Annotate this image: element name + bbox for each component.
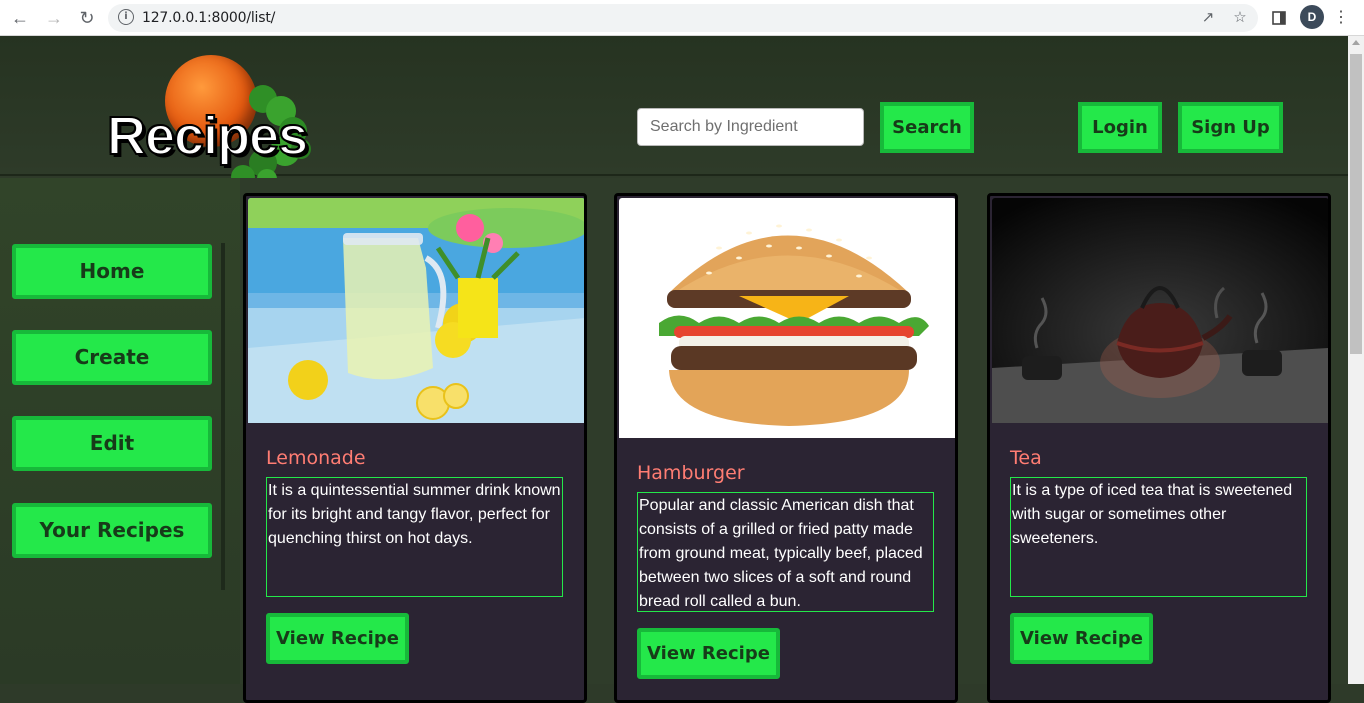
address-url[interactable]: 127.0.0.1:8000/list/ — [142, 10, 275, 26]
search-input[interactable] — [637, 108, 864, 146]
sidebar-divider — [221, 243, 225, 590]
reload-icon[interactable]: ↻ — [75, 6, 99, 30]
login-button[interactable]: Login — [1078, 102, 1162, 153]
scroll-up-arrow-icon[interactable] — [1352, 40, 1360, 45]
recipe-description: Popular and classic American dish that c… — [637, 492, 934, 612]
recipe-title: Tea — [1010, 447, 1042, 469]
recipe-title: Lemonade — [266, 447, 366, 469]
sidebar-item-your-recipes[interactable]: Your Recipes — [12, 503, 212, 558]
browser-toolbar: ← → ↻ i 127.0.0.1:8000/list/ ↗ ☆ D ⋮ — [0, 0, 1364, 36]
sidebar-item-home[interactable]: Home — [12, 244, 212, 299]
side-panel-icon[interactable] — [1268, 7, 1290, 29]
sidebar-item-edit[interactable]: Edit — [12, 416, 212, 471]
recipes-logo[interactable]: Recipes — [105, 53, 325, 193]
recipe-card: Tea It is a type of iced tea that is swe… — [987, 193, 1331, 703]
recipe-description: It is a type of iced tea that is sweeten… — [1010, 477, 1307, 597]
back-arrow-icon[interactable]: ← — [8, 6, 32, 30]
address-bar[interactable]: i 127.0.0.1:8000/list/ ↗ ☆ — [108, 4, 1258, 32]
recipe-description: It is a quintessential summer drink know… — [266, 477, 563, 597]
signup-button[interactable]: Sign Up — [1178, 102, 1283, 153]
kebab-menu-icon[interactable]: ⋮ — [1330, 7, 1352, 29]
sidebar-item-create[interactable]: Create — [12, 330, 212, 385]
profile-avatar[interactable]: D — [1300, 5, 1324, 29]
view-recipe-button[interactable]: View Recipe — [637, 628, 780, 679]
site-info-icon[interactable]: i — [118, 9, 134, 25]
logo-text: Recipes — [106, 105, 309, 167]
view-recipe-button[interactable]: View Recipe — [266, 613, 409, 664]
recipe-card: Lemonade It is a quintessential summer d… — [243, 193, 587, 703]
bookmark-star-icon[interactable]: ☆ — [1230, 9, 1250, 27]
view-recipe-button[interactable]: View Recipe — [1010, 613, 1153, 664]
lemonade-image — [248, 198, 584, 423]
page-scrollbar[interactable] — [1348, 36, 1364, 684]
tea-image — [992, 198, 1328, 423]
forward-arrow-icon[interactable]: → — [42, 6, 66, 30]
recipe-title: Hamburger — [637, 462, 745, 484]
scrollbar-thumb[interactable] — [1350, 54, 1362, 354]
share-icon[interactable]: ↗ — [1198, 9, 1218, 27]
search-button[interactable]: Search — [880, 102, 974, 153]
recipe-card: Hamburger Popular and classic American d… — [614, 193, 958, 703]
hamburger-image — [619, 198, 955, 438]
site-header: Recipes Search Login Sign Up — [0, 36, 1348, 189]
